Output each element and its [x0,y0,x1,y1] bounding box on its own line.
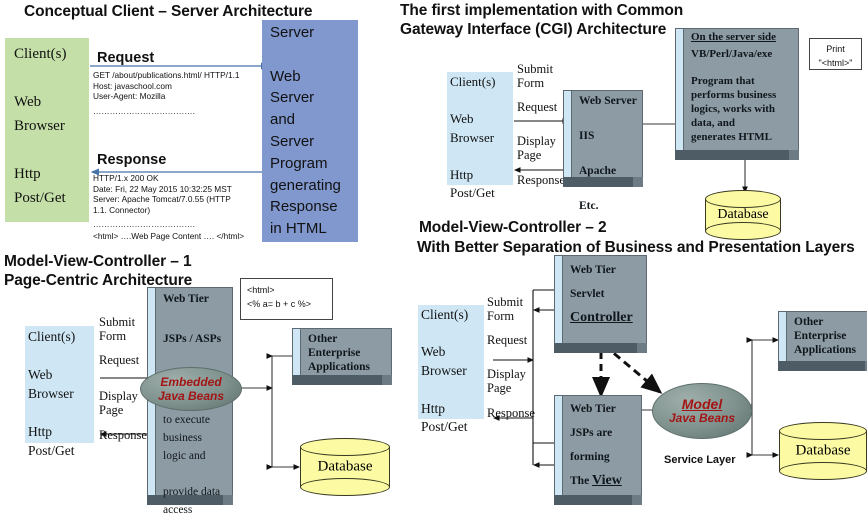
mvc2-service-layer-label: Service Layer [664,454,736,466]
mvc2-client-label: Client(s) Web Browser Http Post/Get [421,307,469,435]
mvc1-title-line1: Model-View-Controller – 1 [4,253,192,270]
prism-bottom [675,150,790,160]
mvc2-controller-box: Web Tier Servlet Controller [554,255,647,353]
mvc1-database: Database [300,438,390,496]
prism-corner [633,177,643,187]
cgi-server-side-title: On the server side [691,31,777,43]
mvc1-client-label: Client(s) Web Browser Http Post/Get [28,329,76,458]
mvc1-label-request: Request [99,353,140,367]
mvc1-label-response: Response [99,428,147,442]
mvc2-other-apps-box: Other Enterprise Applications [778,311,867,371]
section-mvc2: Model-View-Controller – 2 With Better Se… [414,210,867,512]
prism-corner [637,343,647,353]
cgi-web-server-label: Web Server IIS Apache Etc. [579,95,637,212]
mvc1-other-apps-label: Other Enterprise Applications [308,333,370,373]
request-dots: ………………………………. [93,106,195,116]
cyl-top [705,190,781,208]
mvc2-title-line1: Model-View-Controller – 2 [419,219,607,236]
mvc1-web-tier-bottom: to execute business logic and provide da… [163,414,221,516]
mvc1-code-box: <html> <% a= b + c %> [240,278,333,320]
mvc1-database-label: Database [317,458,373,475]
cyl-bottom [779,462,867,480]
mvc1-label-display-page: Display Page [99,389,138,417]
mvc2-label-display-page: Display Page [487,367,526,395]
request-label: Request [97,50,155,66]
mvc2-other-apps-label: Other Enterprise Applications [794,316,856,356]
conceptual-title: Conceptual Client – Server Architecture [24,3,313,20]
conceptual-server-label: Server Web Server and Server Program gen… [270,24,341,238]
cyl-top [300,438,390,456]
mvc2-view-l4: The View [570,469,638,493]
response-body: HTTP/1.x 200 OK Date: Fri, 22 May 2015 1… [93,173,232,215]
mvc2-view-text: Web Tier JSPs are forming The View [570,397,638,495]
mvc2-controller-l3: Controller [570,310,633,325]
mvc2-model-line1: Model [681,396,723,412]
section-mvc1: Model-View-Controller – 1 Page-Centric A… [0,250,420,516]
cgi-label-request: Request [517,100,558,114]
mvc2-view-l4-pre: The [570,475,593,487]
cyl-bottom [300,478,390,496]
cgi-title-line2: Gateway Interface (CGI) Architecture [400,21,667,38]
mvc1-other-apps-box: Other Enterprise Applications [292,328,392,385]
mvc2-controller-l2: Servlet [570,288,605,300]
response-html: <html> ….Web Page Content …. </html> [93,231,245,241]
prism-corner [789,150,799,160]
mvc2-database-label: Database [795,442,851,459]
cgi-label-response: Response [517,173,565,187]
mvc2-label-request: Request [487,333,528,347]
mvc2-controller-text: Web Tier Servlet Controller [570,258,643,343]
mvc2-view-l3: forming [570,451,610,463]
prism-corner [632,495,642,505]
mvc2-controller-l1: Web Tier [570,264,616,276]
section-cgi: The first implementation with Common Gat… [400,0,867,245]
cgi-label-submit-form: Submit Form [517,62,554,90]
prism-corner [382,375,392,385]
cgi-print-box: Print "<html>" [809,38,862,70]
mvc2-view-box: Web Tier JSPs are forming The View [554,395,642,505]
mvc2-label-submit-form: Submit Form [487,295,524,323]
cgi-client-label: Client(s) Web Browser Http Post/Get [450,74,496,200]
cyl-top [779,422,867,440]
mvc1-embedded-beans-ellipse: Embedded Java Beans [140,367,242,411]
cgi-server-side-box: On the server side VB/Perl/Java/exe Prog… [675,28,799,160]
prism-bottom [554,495,633,505]
cgi-web-server-box: Web Server IIS Apache Etc. [563,90,643,212]
mvc2-model-ellipse: Model Java Beans [652,383,752,439]
prism-bottom [554,343,638,353]
mvc2-view-l4-em: View [592,473,622,488]
cgi-server-side-text: On the server side VB/Perl/Java/exe Prog… [691,31,795,150]
mvc2-database: Database [779,422,867,480]
mvc1-beans-line2: Java Beans [157,389,225,403]
mvc2-model-line2: Java Beans [668,411,736,425]
prism-bottom [778,361,866,371]
response-dots: ………………………………. [93,219,195,229]
response-label: Response [97,152,167,168]
section-conceptual: Conceptual Client – Server Architecture … [0,0,400,250]
prism-corner [223,495,233,505]
mvc1-label-submit-form: Submit Form [99,315,136,343]
mvc2-view-l1: Web Tier [570,403,616,415]
mvc1-beans-line1: Embedded [160,375,222,389]
cgi-server-side-body: VB/Perl/Java/exe Program that performs b… [691,47,777,143]
request-body: GET /about/publications.html/ HTTP/1.1 H… [93,70,240,102]
cgi-database-label: Database [717,207,769,222]
cgi-title-line1: The first implementation with Common [400,2,684,19]
mvc2-label-response: Response [487,406,535,420]
cgi-label-display-page: Display Page [517,134,556,162]
prism-bottom [292,375,383,385]
conceptual-client-label: Client(s) Web Browser Http Post/Get [14,46,67,206]
mvc2-view-l2: JSPs are [570,427,613,439]
